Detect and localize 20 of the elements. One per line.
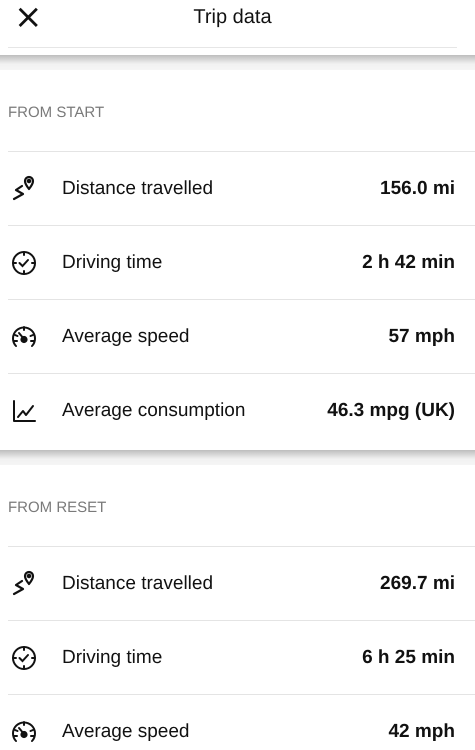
section-heading: FROM RESET: [8, 498, 106, 516]
stat-label: Distance travelled: [62, 572, 214, 594]
stat-label: Driving time: [62, 646, 164, 668]
stat-value: 57 mph: [388, 326, 455, 348]
stat-value: 269.7 mi: [380, 572, 455, 594]
section-heading: FROM START: [8, 104, 104, 120]
stat-value: 156.0 mi: [380, 178, 455, 200]
stat-value: 42 mph: [388, 720, 455, 742]
clock-icon: [10, 644, 38, 672]
stat-value: 2 h 42 min: [362, 252, 455, 274]
screen-title: Trip data: [193, 6, 272, 28]
stat-label: Average consumption: [62, 400, 246, 422]
stat-label: Distance travelled: [62, 178, 214, 200]
clock-icon: [10, 248, 38, 276]
close-button[interactable]: ×: [10, 0, 46, 34]
stat-label: Average speed: [62, 720, 190, 742]
stat-label: Average speed: [62, 326, 190, 348]
stat-label: Driving time: [62, 252, 164, 274]
stat-value: 46.3 mpg (UK): [327, 400, 455, 422]
stat-value: 6 h 25 min: [362, 646, 455, 668]
